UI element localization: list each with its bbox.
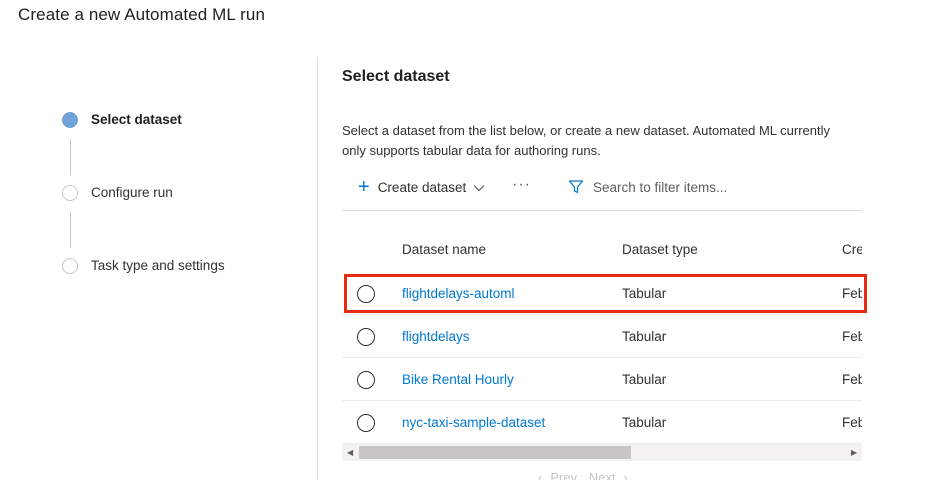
row-select-radio[interactable] xyxy=(357,414,375,432)
prev-page-button[interactable]: Prev xyxy=(550,470,577,480)
wizard-steps: Select dataset Configure run Task type a… xyxy=(62,111,225,330)
scrollbar-thumb[interactable] xyxy=(359,446,631,459)
next-page-button[interactable]: Next xyxy=(589,470,616,480)
column-header-created[interactable]: Cre xyxy=(842,242,862,257)
step-label: Select dataset xyxy=(91,112,182,127)
step-active-indicator-icon xyxy=(62,112,78,128)
pagination: ‹ Prev Next › xyxy=(538,470,636,480)
dataset-type: Tabular xyxy=(622,329,667,344)
chevron-left-icon: ‹ xyxy=(538,470,543,480)
section-title: Select dataset xyxy=(342,68,450,85)
table-header: Dataset name Dataset type Cre xyxy=(342,228,862,272)
filter-box xyxy=(568,179,773,195)
dataset-created: Feb xyxy=(842,286,862,301)
chevron-down-icon xyxy=(473,184,485,191)
scroll-right-icon[interactable]: ▶ xyxy=(851,448,857,457)
create-dataset-label: Create dataset xyxy=(377,179,467,195)
column-header-dataset-type[interactable]: Dataset type xyxy=(622,242,698,257)
step-label: Task type and settings xyxy=(91,258,225,273)
toolbar: + Create dataset ··· xyxy=(342,173,862,211)
step-connector xyxy=(69,139,71,175)
create-dataset-button[interactable]: + Create dataset xyxy=(358,176,485,198)
step-configure-run[interactable]: Configure run xyxy=(62,184,225,257)
dataset-type: Tabular xyxy=(622,372,667,387)
main-panel: Select dataset Select a dataset from the… xyxy=(342,0,951,480)
horizontal-scrollbar[interactable]: ◀ ▶ xyxy=(342,444,862,461)
step-indicator-icon xyxy=(62,185,78,201)
dataset-name-link[interactable]: Bike Rental Hourly xyxy=(402,372,514,387)
column-header-dataset-name[interactable]: Dataset name xyxy=(402,242,486,257)
dataset-name-link[interactable]: nyc-taxi-sample-dataset xyxy=(402,415,545,430)
plus-icon: + xyxy=(358,176,370,198)
dataset-created: Feb xyxy=(842,329,862,344)
page-title: Create a new Automated ML run xyxy=(18,5,266,24)
dataset-created: Feb xyxy=(842,415,862,430)
row-select-radio[interactable] xyxy=(357,285,375,303)
vertical-divider xyxy=(317,57,318,480)
step-connector xyxy=(69,212,71,248)
step-task-type-settings[interactable]: Task type and settings xyxy=(62,257,225,330)
datasets-table: Dataset name Dataset type Cre flightdela… xyxy=(342,228,862,444)
step-label: Configure run xyxy=(91,185,173,200)
table-row[interactable]: nyc-taxi-sample-dataset Tabular Feb xyxy=(342,401,862,444)
table-row[interactable]: flightdelays-automl Tabular Feb xyxy=(342,272,862,315)
filter-search-input[interactable] xyxy=(593,179,773,195)
row-select-radio[interactable] xyxy=(357,371,375,389)
step-indicator-icon xyxy=(62,258,78,274)
dataset-type: Tabular xyxy=(622,286,667,301)
table-row[interactable]: Bike Rental Hourly Tabular Feb xyxy=(342,358,862,401)
dataset-type: Tabular xyxy=(622,415,667,430)
chevron-right-icon: › xyxy=(623,470,628,480)
dataset-name-link[interactable]: flightdelays-automl xyxy=(402,286,515,301)
filter-icon xyxy=(568,180,584,194)
more-options-button[interactable]: ··· xyxy=(512,176,531,194)
row-select-radio[interactable] xyxy=(357,328,375,346)
table-row[interactable]: flightdelays Tabular Feb xyxy=(342,315,862,358)
scroll-left-icon[interactable]: ◀ xyxy=(347,448,353,457)
step-select-dataset[interactable]: Select dataset xyxy=(62,111,225,184)
section-description: Select a dataset from the list below, or… xyxy=(342,123,830,158)
dataset-created: Feb xyxy=(842,372,862,387)
dataset-name-link[interactable]: flightdelays xyxy=(402,329,470,344)
